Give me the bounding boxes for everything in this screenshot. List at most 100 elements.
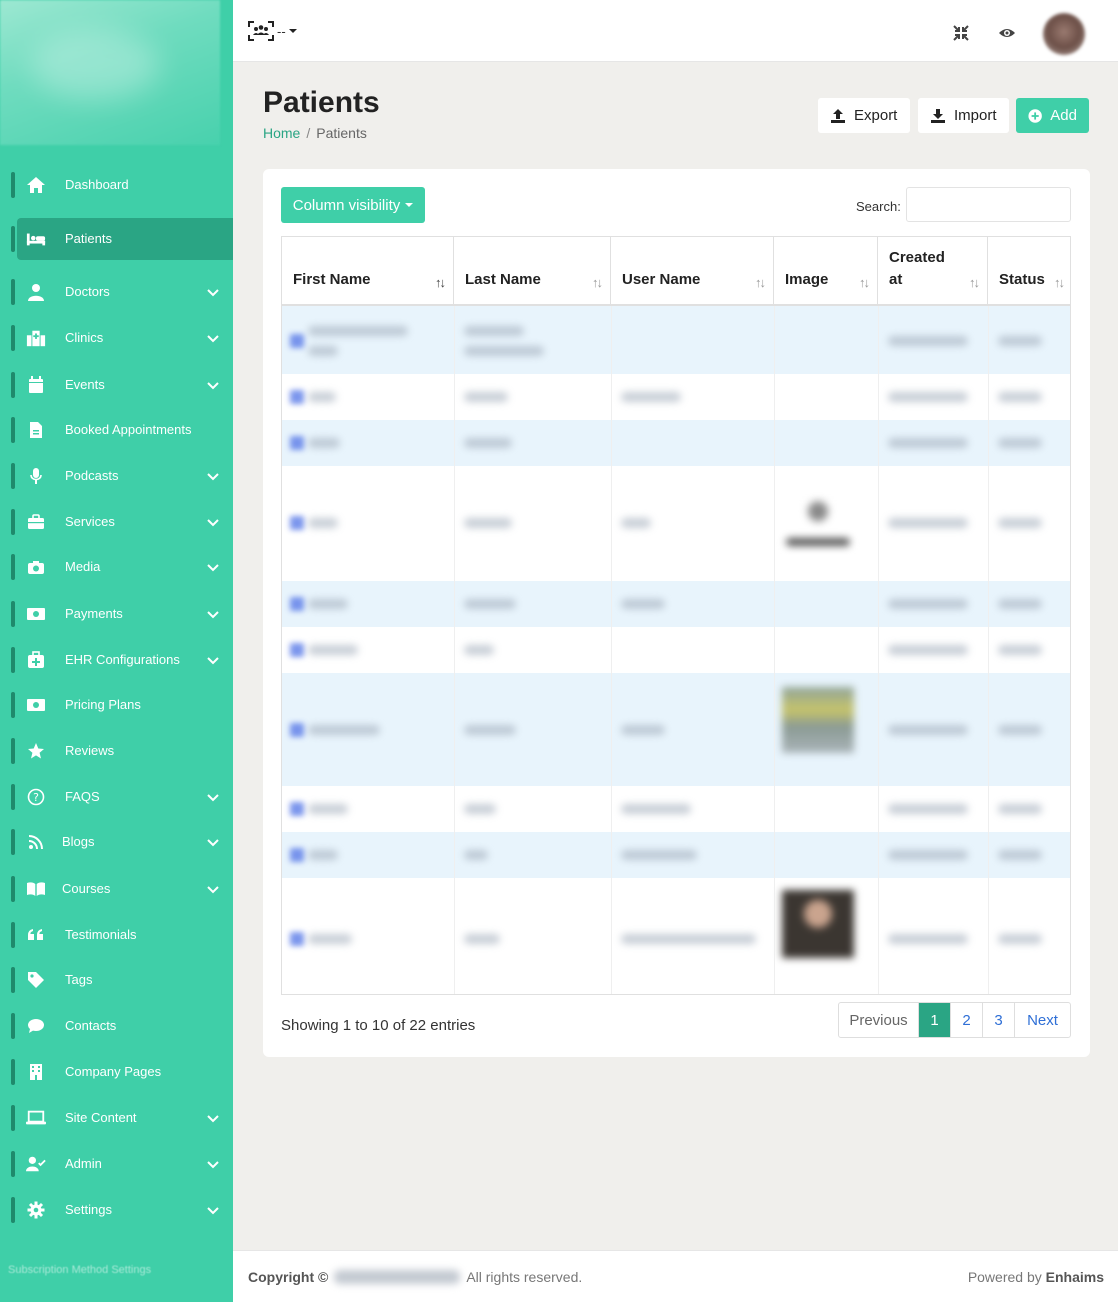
- table-row[interactable]: [282, 420, 1070, 466]
- question-circle-icon: ?: [26, 788, 46, 806]
- sidebar-item-events[interactable]: Events: [0, 364, 233, 406]
- sidebar-item-patients[interactable]: Patients: [11, 218, 233, 260]
- sidebar-item-label: Events: [65, 377, 105, 392]
- subscription-method-settings-link[interactable]: Subscription Method Settings: [8, 1264, 151, 1276]
- download-icon: [931, 108, 945, 123]
- file-icon: [26, 421, 46, 439]
- sidebar-item-admin[interactable]: Admin: [0, 1143, 233, 1185]
- table-row[interactable]: [282, 673, 1070, 786]
- cog-icon: [26, 1201, 46, 1219]
- sidebar-item-booked-appointments[interactable]: Booked Appointments: [0, 409, 233, 451]
- pagination-next[interactable]: Next: [1015, 1003, 1070, 1037]
- column-header-label: Last Name: [465, 271, 541, 288]
- table-row[interactable]: [282, 878, 1070, 994]
- table-row[interactable]: [282, 466, 1070, 581]
- import-button[interactable]: Import: [918, 98, 1009, 133]
- sort-icon: ↑↓: [1054, 275, 1065, 290]
- chevron-down-icon: [207, 289, 219, 297]
- book-open-icon: [26, 880, 46, 898]
- column-header-first-name[interactable]: First Name ↑↓: [282, 237, 454, 306]
- sidebar-item-courses[interactable]: Courses: [0, 868, 233, 910]
- sidebar-item-podcasts[interactable]: Podcasts: [0, 455, 233, 497]
- pagination-page-3[interactable]: 3: [983, 1003, 1015, 1037]
- sidebar-item-tags[interactable]: Tags: [0, 959, 233, 1001]
- column-header-label: Created at: [889, 249, 945, 288]
- chevron-down-icon: [207, 335, 219, 343]
- sidebar-item-contacts[interactable]: Contacts: [0, 1005, 233, 1047]
- sidebar-item-ehr-configurations[interactable]: EHR Configurations: [0, 639, 233, 681]
- table-row[interactable]: [282, 306, 1070, 374]
- sidebar-item-services[interactable]: Services: [0, 501, 233, 543]
- chevron-down-icon: [207, 473, 219, 481]
- sidebar-item-doctors[interactable]: Doctors: [0, 271, 233, 313]
- sidebar-item-pricing-plans[interactable]: Pricing Plans: [0, 684, 233, 726]
- sidebar-item-reviews[interactable]: Reviews: [0, 730, 233, 772]
- star-icon: [26, 742, 46, 760]
- column-header-user-name[interactable]: User Name ↑↓: [611, 237, 774, 306]
- sidebar-item-label: Admin: [65, 1156, 102, 1171]
- sidebar-item-media[interactable]: Media: [0, 546, 233, 588]
- sidebar-item-payments[interactable]: Payments: [0, 593, 233, 635]
- chevron-down-icon: [207, 886, 219, 894]
- sort-icon: ↑↓: [755, 275, 766, 290]
- sidebar-item-label: Media: [65, 559, 101, 574]
- table-row[interactable]: [282, 832, 1070, 878]
- camera-icon: [26, 558, 46, 576]
- pagination-page-2[interactable]: 2: [951, 1003, 983, 1037]
- comment-icon: [26, 1017, 46, 1035]
- compress-icon[interactable]: [952, 24, 970, 42]
- breadcrumb-home-link[interactable]: Home: [263, 125, 300, 141]
- sidebar-item-testimonials[interactable]: Testimonials: [0, 914, 233, 956]
- chevron-down-icon: [207, 657, 219, 665]
- pagination-page-1[interactable]: 1: [919, 1003, 951, 1037]
- table-row[interactable]: [282, 627, 1070, 673]
- sidebar-item-label: Services: [65, 514, 115, 529]
- search-input[interactable]: [906, 187, 1071, 222]
- avatar[interactable]: [1043, 13, 1085, 55]
- table-row[interactable]: [282, 581, 1070, 627]
- import-label: Import: [954, 107, 997, 124]
- sidebar-item-label: Settings: [65, 1202, 112, 1217]
- export-label: Export: [854, 107, 898, 124]
- chevron-down-icon: [207, 519, 219, 527]
- chevron-down-icon: [207, 382, 219, 390]
- brand-logo[interactable]: [0, 0, 220, 145]
- column-header-image[interactable]: Image ↑↓: [774, 237, 878, 306]
- laptop-icon: [26, 1109, 46, 1127]
- caret-down-icon: [288, 29, 297, 33]
- export-button[interactable]: Export: [818, 98, 910, 133]
- company-name-link[interactable]: [334, 1270, 461, 1284]
- caret-down-icon: [405, 203, 414, 207]
- sidebar-item-settings[interactable]: Settings: [0, 1189, 233, 1231]
- sidebar-item-label: Pricing Plans: [65, 697, 141, 712]
- sidebar-item-label: Reviews: [65, 743, 115, 758]
- column-header-status[interactable]: Status ↑↓: [988, 237, 1070, 306]
- sidebar-item-clinics[interactable]: Clinics: [0, 317, 233, 359]
- pagination-previous[interactable]: Previous: [839, 1003, 919, 1037]
- sidebar-item-label: EHR Configurations: [65, 652, 180, 667]
- powered-by: Powered by Enhaims: [968, 1269, 1104, 1285]
- column-header-created-at[interactable]: Created at ↑↓: [878, 237, 988, 306]
- sidebar-item-blogs[interactable]: Blogs: [0, 821, 233, 863]
- add-button[interactable]: Add: [1016, 98, 1089, 133]
- column-header-last-name[interactable]: Last Name ↑↓: [454, 237, 611, 306]
- language-dropdown[interactable]: --: [247, 20, 298, 42]
- sidebar-item-label: Dashboard: [65, 177, 129, 192]
- sort-icon: ↑↓: [435, 275, 446, 290]
- table-row[interactable]: [282, 786, 1070, 832]
- sidebar: Dashboard Patients Doctors Clinics Event…: [0, 0, 233, 1302]
- copyright: Copyright © All rights reserved.: [248, 1269, 582, 1285]
- sidebar-item-faqs[interactable]: ? FAQS: [0, 776, 233, 818]
- column-visibility-button[interactable]: Column visibility: [281, 187, 425, 223]
- powered-by-brand[interactable]: Enhaims: [1046, 1269, 1104, 1285]
- column-header-label: Status: [999, 271, 1045, 288]
- svg-text:?: ?: [33, 791, 39, 804]
- sidebar-item-label: Payments: [65, 606, 123, 621]
- chevron-down-icon: [207, 839, 219, 847]
- sidebar-item-dashboard[interactable]: Dashboard: [0, 164, 233, 206]
- eye-icon[interactable]: [998, 24, 1016, 42]
- patients-table: First Name ↑↓ Last Name ↑↓ User Name ↑↓ …: [281, 236, 1071, 995]
- sidebar-item-site-content[interactable]: Site Content: [0, 1097, 233, 1139]
- table-row[interactable]: [282, 374, 1070, 420]
- sidebar-item-company-pages[interactable]: Company Pages: [0, 1051, 233, 1093]
